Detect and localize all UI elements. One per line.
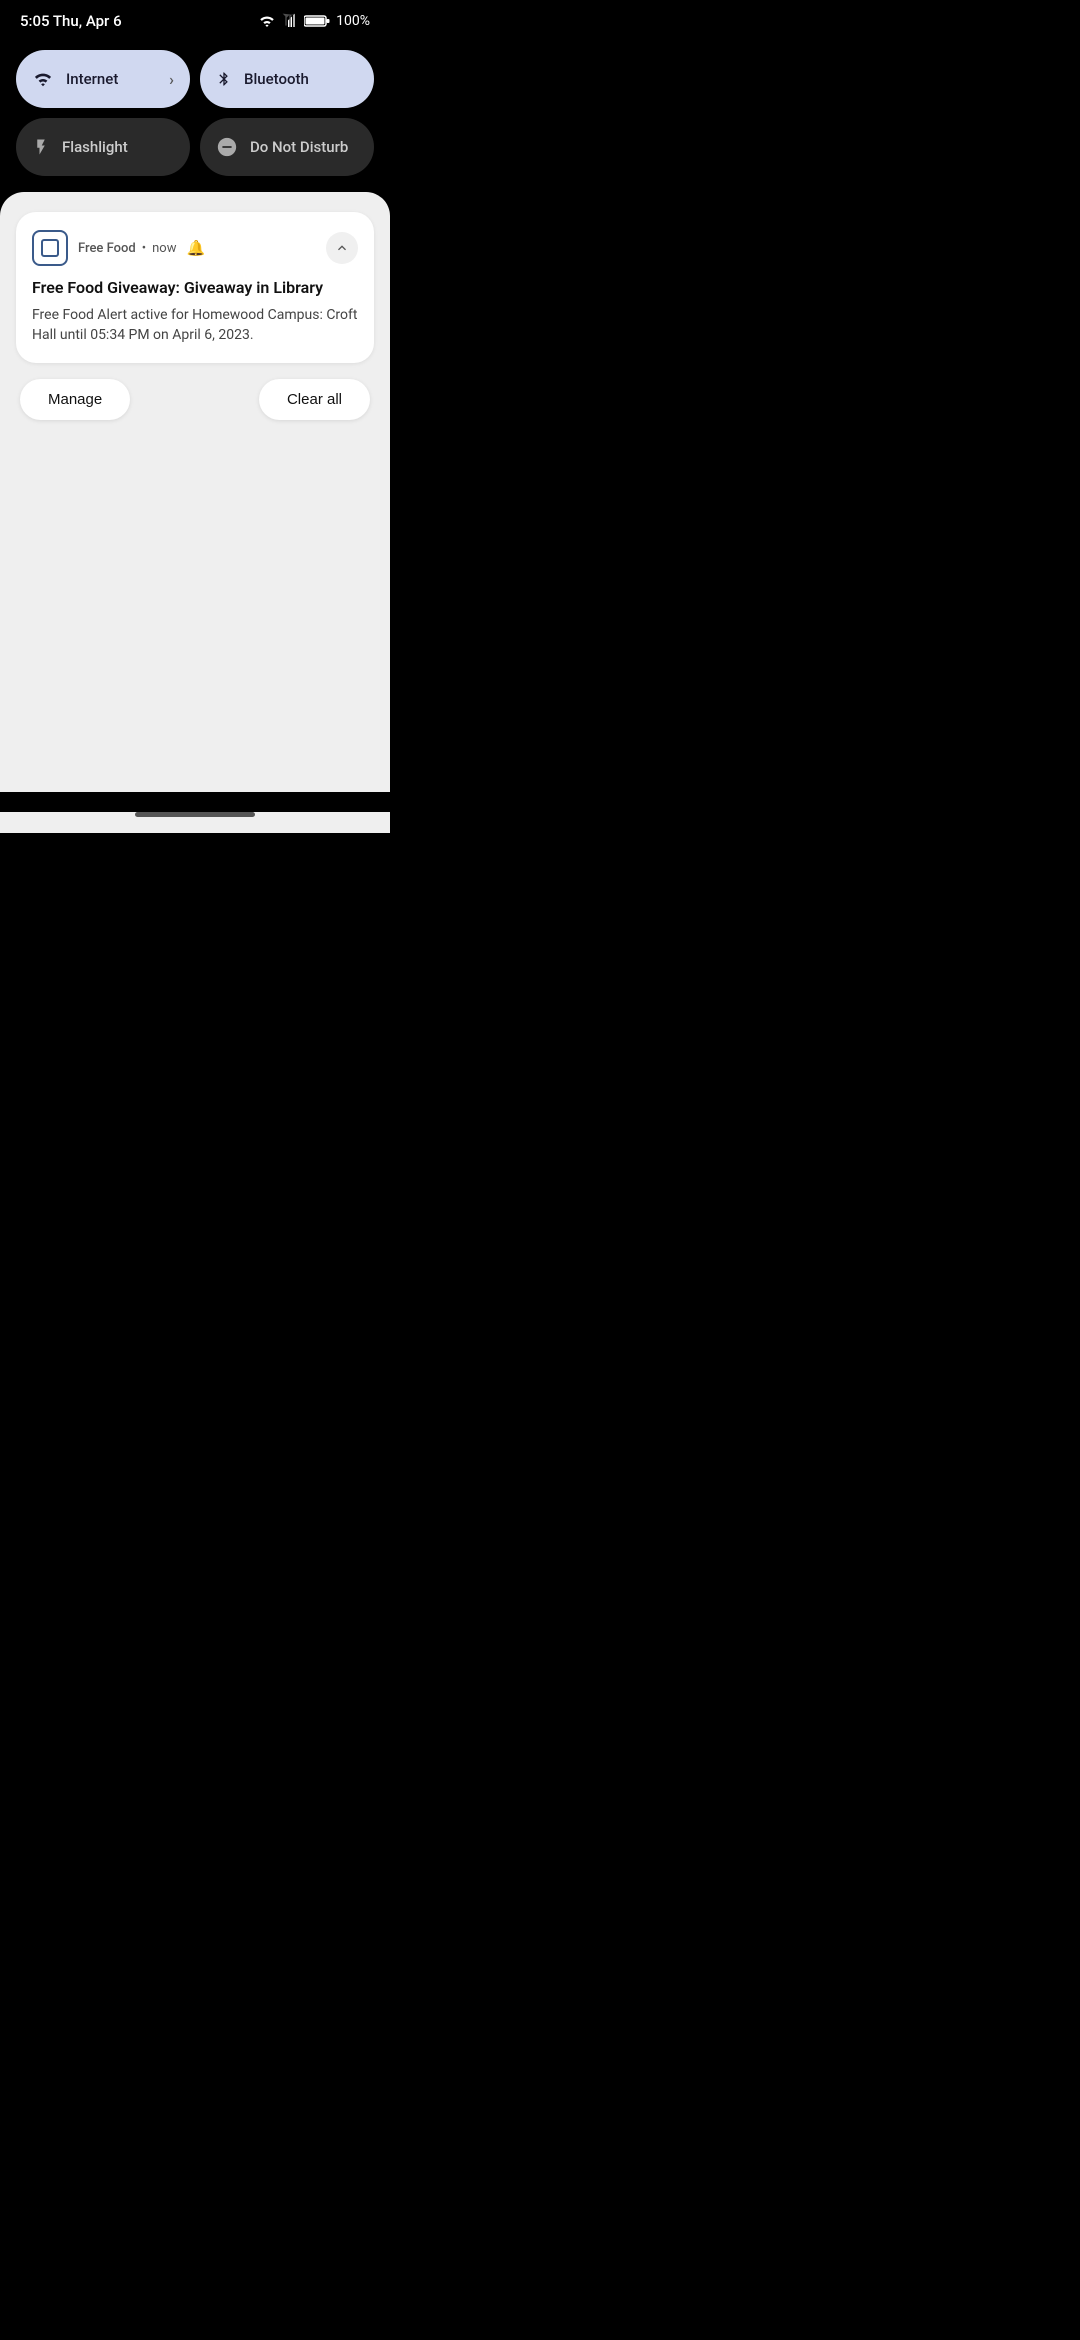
notif-bell-icon: 🔔 xyxy=(187,239,206,257)
notif-body: Free Food Alert active for Homewood Camp… xyxy=(32,305,358,346)
internet-arrow: › xyxy=(169,70,174,89)
wifi-qs-icon xyxy=(32,70,54,88)
flashlight-qs-icon xyxy=(32,136,50,158)
manage-button[interactable]: Manage xyxy=(20,379,130,420)
status-bar: 5:05 Thu, Apr 6 100% xyxy=(0,0,390,38)
notif-title: Free Food Giveaway: Giveaway in Library xyxy=(32,278,358,299)
bluetooth-label: Bluetooth xyxy=(244,70,309,88)
notif-separator: • xyxy=(142,241,146,256)
quick-settings: Internet › Bluetooth Flashlight Do Not D… xyxy=(0,38,390,192)
notif-app-name: Free Food xyxy=(78,241,136,256)
qs-tile-flashlight[interactable]: Flashlight xyxy=(16,118,190,176)
status-icons: 100% xyxy=(258,13,370,29)
dnd-qs-icon xyxy=(216,136,238,158)
battery-percent: 100% xyxy=(336,13,370,29)
notif-actions: Manage Clear all xyxy=(16,379,374,420)
status-time: 5:05 Thu, Apr 6 xyxy=(20,12,122,30)
signal-icon xyxy=(282,13,298,29)
notif-meta: Free Food • now 🔔 xyxy=(78,239,316,257)
qs-tile-bluetooth[interactable]: Bluetooth xyxy=(200,50,374,108)
flashlight-label: Flashlight xyxy=(62,138,128,156)
notification-panel: Free Food • now 🔔 Free Food Giveaway: Gi… xyxy=(0,192,390,792)
notif-header: Free Food • now 🔔 xyxy=(32,230,358,266)
qs-tile-dnd[interactable]: Do Not Disturb xyxy=(200,118,374,176)
notif-icon-inner xyxy=(41,239,59,257)
notification-card: Free Food • now 🔔 Free Food Giveaway: Gi… xyxy=(16,212,374,363)
clear-all-button[interactable]: Clear all xyxy=(259,379,370,420)
notif-collapse-button[interactable] xyxy=(326,232,358,264)
wifi-icon xyxy=(258,13,276,29)
dnd-label: Do Not Disturb xyxy=(250,138,348,156)
qs-tile-internet[interactable]: Internet › xyxy=(16,50,190,108)
battery-icon xyxy=(304,14,330,28)
notif-time: now xyxy=(152,241,176,256)
home-indicator xyxy=(135,812,255,817)
bluetooth-qs-icon xyxy=(216,68,232,90)
notif-app-icon xyxy=(32,230,68,266)
internet-label: Internet xyxy=(66,70,118,88)
